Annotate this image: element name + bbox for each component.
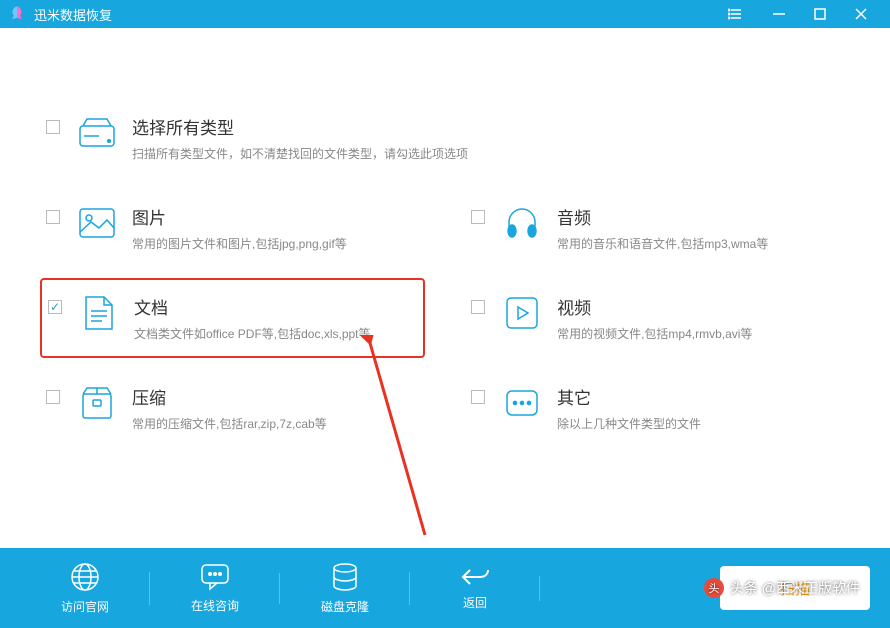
video-icon: [503, 294, 541, 332]
option-title: 视频: [557, 294, 844, 319]
main-content: 选择所有类型 扫描所有类型文件，如不清楚找回的文件类型，请勾选此项选项 图片 常…: [0, 28, 890, 438]
checkbox-video[interactable]: [471, 300, 485, 314]
checkbox-other[interactable]: [471, 390, 485, 404]
clone-label: 磁盘克隆: [321, 598, 369, 615]
option-desc: 除以上几种文件类型的文件: [557, 415, 844, 432]
database-icon: [331, 562, 359, 592]
option-desc: 扫描所有类型文件，如不清楚找回的文件类型，请勾选此项选项: [132, 145, 844, 162]
option-desc: 文档类文件如office PDF等,包括doc,xls,ppt等: [134, 325, 417, 342]
option-video[interactable]: 视频 常用的视频文件,包括mp4,rmvb,avi等: [465, 288, 850, 348]
chat-label: 在线咨询: [191, 597, 239, 614]
option-title: 文档: [134, 294, 417, 319]
website-button[interactable]: 访问官网: [20, 562, 150, 615]
option-title: 选择所有类型: [132, 114, 844, 139]
option-other[interactable]: 其它 除以上几种文件类型的文件: [465, 378, 850, 438]
website-label: 访问官网: [61, 598, 109, 615]
option-title: 压缩: [132, 384, 419, 409]
checkbox-archive[interactable]: [46, 390, 60, 404]
archive-icon: [78, 384, 116, 422]
chat-button[interactable]: 在线咨询: [150, 563, 280, 614]
document-icon: [80, 294, 118, 332]
app-title: 迅米数据恢复: [34, 5, 112, 24]
close-icon[interactable]: [854, 7, 868, 21]
checkbox-document[interactable]: [48, 300, 62, 314]
option-document[interactable]: 文档 文档类文件如office PDF等,包括doc,xls,ppt等: [40, 278, 425, 358]
option-all-types[interactable]: 选择所有类型 扫描所有类型文件，如不清楚找回的文件类型，请勾选此项选项: [40, 108, 850, 168]
option-image[interactable]: 图片 常用的图片文件和图片,包括jpg,png,gif等: [40, 198, 425, 258]
titlebar: 迅米数据恢复: [0, 0, 890, 28]
checkbox-all[interactable]: [46, 120, 60, 134]
option-title: 其它: [557, 384, 844, 409]
option-audio[interactable]: 音频 常用的音乐和语音文件,包括mp3,wma等: [465, 198, 850, 258]
option-desc: 常用的视频文件,包括mp4,rmvb,avi等: [557, 325, 844, 342]
checkbox-audio[interactable]: [471, 210, 485, 224]
menu-icon[interactable]: [728, 6, 744, 22]
option-title: 音频: [557, 204, 844, 229]
other-icon: [503, 384, 541, 422]
scan-label: 扫描: [780, 578, 810, 599]
back-button[interactable]: 返回: [410, 566, 540, 611]
globe-icon: [70, 562, 100, 592]
minimize-icon[interactable]: [772, 7, 786, 21]
disk-icon: [78, 114, 116, 152]
option-desc: 常用的音乐和语音文件,包括mp3,wma等: [557, 235, 844, 252]
bottom-toolbar: 访问官网 在线咨询 磁盘克隆 返回 扫描: [0, 548, 890, 628]
scan-button[interactable]: 扫描: [720, 566, 870, 610]
maximize-icon[interactable]: [814, 8, 826, 20]
headphones-icon: [503, 204, 541, 242]
option-desc: 常用的压缩文件,包括rar,zip,7z,cab等: [132, 415, 419, 432]
image-icon: [78, 204, 116, 242]
clone-button[interactable]: 磁盘克隆: [280, 562, 410, 615]
option-desc: 常用的图片文件和图片,包括jpg,png,gif等: [132, 235, 419, 252]
app-logo-icon: [8, 5, 26, 23]
chat-icon: [200, 563, 230, 591]
window-controls: [728, 6, 882, 22]
option-archive[interactable]: 压缩 常用的压缩文件,包括rar,zip,7z,cab等: [40, 378, 425, 438]
option-title: 图片: [132, 204, 419, 229]
checkbox-image[interactable]: [46, 210, 60, 224]
back-icon: [460, 566, 490, 588]
back-label: 返回: [463, 594, 487, 611]
